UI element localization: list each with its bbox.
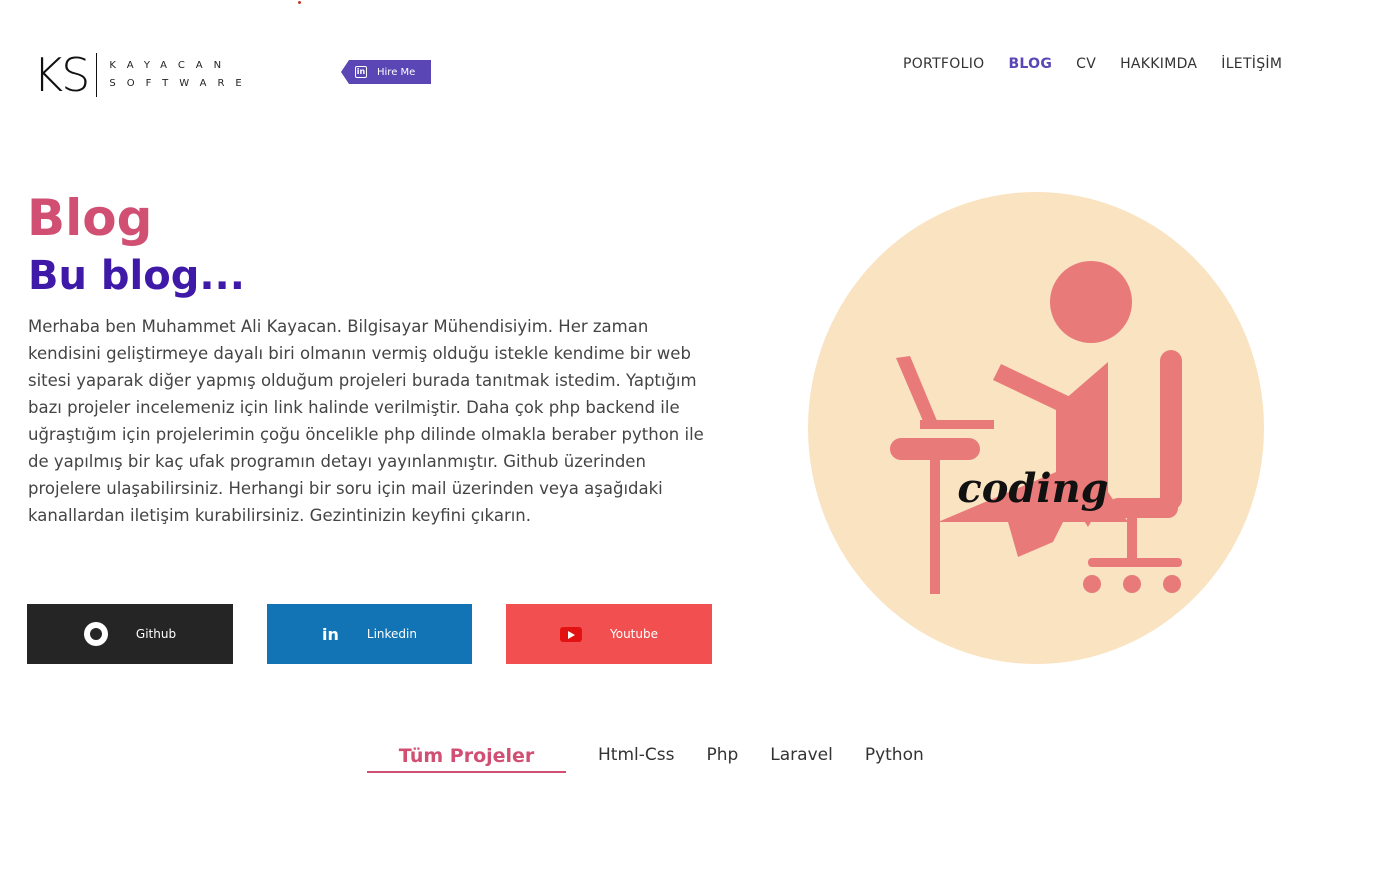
- logo-word-software: SOFTWARE: [109, 78, 253, 89]
- github-icon: [83, 622, 108, 646]
- person-head: [1050, 261, 1132, 343]
- page-subtitle: Bu blog...: [28, 253, 245, 299]
- tab-laravel[interactable]: Laravel: [770, 745, 833, 765]
- github-label: Github: [135, 627, 177, 641]
- tab-python[interactable]: Python: [865, 745, 924, 765]
- nav-iletisim[interactable]: İLETİŞİM: [1221, 56, 1282, 72]
- coding-illustration: coding: [808, 192, 1264, 664]
- linkedin-icon: in: [322, 624, 339, 644]
- chair-base: [1088, 558, 1182, 567]
- logo-initials: KS: [33, 48, 90, 102]
- page-title: Blog: [27, 189, 153, 247]
- hire-me-button[interactable]: in Hire Me: [341, 60, 431, 84]
- tab-html-css[interactable]: Html-Css: [598, 745, 674, 765]
- nav-blog[interactable]: BLOG: [1008, 56, 1052, 72]
- desk-leg: [930, 454, 940, 594]
- linkedin-button[interactable]: in Linkedin: [267, 604, 472, 664]
- linkedin-icon: in: [355, 66, 367, 78]
- chair-wheel: [1123, 575, 1141, 593]
- chair-wheel: [1163, 575, 1181, 593]
- chair-wheel: [1083, 575, 1101, 593]
- logo-word-kayacan: KAYACAN: [109, 60, 233, 71]
- laptop-base: [920, 420, 994, 429]
- top-dot: [298, 1, 301, 4]
- main-nav: PORTFOLIO BLOG CV HAKKIMDA İLETİŞİM: [903, 56, 1282, 72]
- logo-words: KAYACAN SOFTWARE: [109, 61, 252, 89]
- linkedin-label: Linkedin: [366, 627, 417, 641]
- illustration-circle: [808, 192, 1264, 664]
- youtube-button[interactable]: Youtube: [506, 604, 712, 664]
- intro-paragraph: Merhaba ben Muhammet Ali Kayacan. Bilgis…: [28, 317, 704, 525]
- nav-portfolio[interactable]: PORTFOLIO: [903, 56, 984, 72]
- youtube-label: Youtube: [610, 627, 658, 641]
- nav-cv[interactable]: CV: [1076, 56, 1096, 72]
- nav-hakkimda[interactable]: HAKKIMDA: [1120, 56, 1197, 72]
- github-button[interactable]: Github: [27, 604, 233, 664]
- site-logo[interactable]: KS KAYACAN SOFTWARE: [33, 52, 253, 98]
- logo-divider: [96, 53, 98, 97]
- tab-php[interactable]: Php: [706, 745, 738, 765]
- tab-all-projects[interactable]: Tüm Projeler: [367, 745, 566, 773]
- youtube-icon: [560, 626, 582, 642]
- chair-pole: [1127, 512, 1137, 562]
- chair-seat: [1108, 498, 1178, 518]
- hire-me-label: Hire Me: [377, 66, 416, 78]
- chair-back: [1160, 350, 1182, 510]
- project-filter-tabs: Tüm Projeler Html-Css Php Laravel Python: [367, 745, 956, 773]
- illustration-caption: coding: [957, 465, 1108, 512]
